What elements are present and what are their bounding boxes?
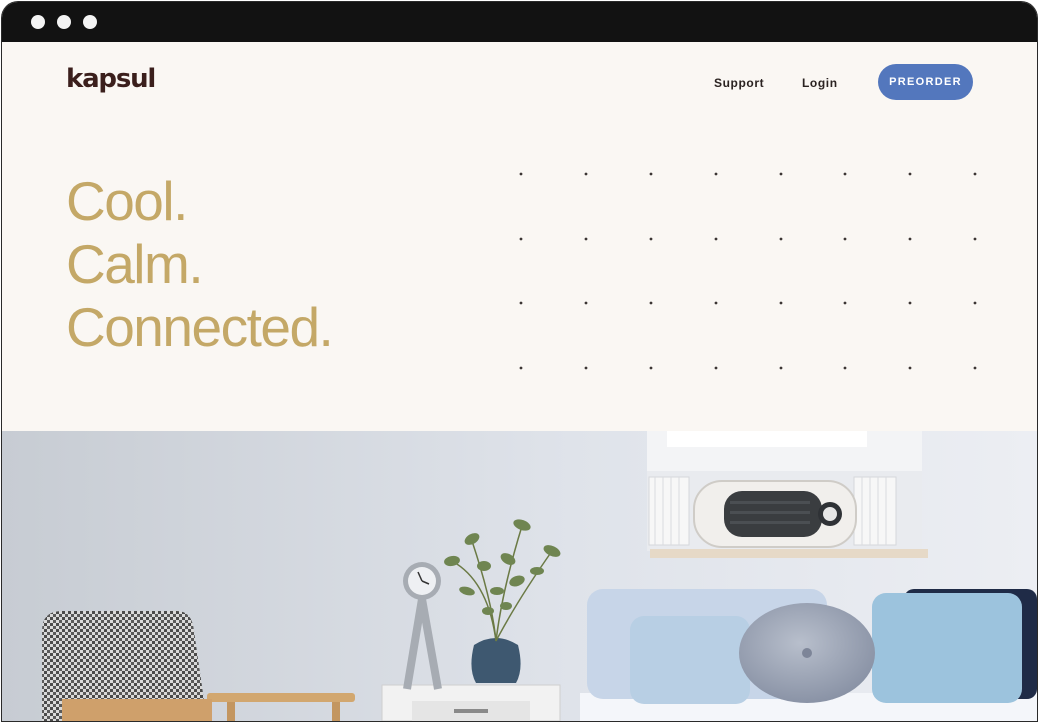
grid-dot bbox=[908, 366, 912, 370]
grid-dot bbox=[973, 301, 977, 305]
grid-dot bbox=[973, 366, 977, 370]
window-maximize-dot[interactable] bbox=[83, 15, 97, 29]
grid-dot bbox=[714, 172, 718, 176]
grid-dot bbox=[843, 172, 847, 176]
grid-dot bbox=[584, 237, 588, 241]
grid-dot bbox=[973, 172, 977, 176]
grid-dot bbox=[519, 301, 523, 305]
grid-dot bbox=[519, 172, 523, 176]
browser-window: kapsul Support Login PREORDER Cool. Calm… bbox=[2, 2, 1037, 721]
grid-dot bbox=[714, 237, 718, 241]
grid-dot bbox=[908, 237, 912, 241]
grid-dot bbox=[714, 366, 718, 370]
grid-dot bbox=[519, 366, 523, 370]
grid-dot bbox=[584, 172, 588, 176]
grid-dot bbox=[843, 366, 847, 370]
grid-dot bbox=[649, 301, 653, 305]
grid-dot bbox=[519, 237, 523, 241]
grid-dot bbox=[779, 237, 783, 241]
grid-dot bbox=[779, 172, 783, 176]
grid-dot bbox=[649, 237, 653, 241]
window-minimize-dot[interactable] bbox=[57, 15, 71, 29]
grid-dot bbox=[779, 301, 783, 305]
grid-dot bbox=[843, 301, 847, 305]
grid-dot bbox=[584, 366, 588, 370]
landing-page: kapsul Support Login PREORDER Cool. Calm… bbox=[2, 42, 1037, 721]
grid-dot bbox=[714, 301, 718, 305]
grid-dot bbox=[649, 366, 653, 370]
decorative-dot-grid bbox=[519, 172, 977, 370]
window-titlebar bbox=[2, 2, 1037, 42]
grid-dot bbox=[843, 237, 847, 241]
grid-dot bbox=[908, 172, 912, 176]
bedroom-hero-image bbox=[2, 431, 1037, 721]
grid-dot bbox=[649, 172, 653, 176]
grid-dot bbox=[973, 237, 977, 241]
grid-dot bbox=[779, 366, 783, 370]
grid-dot bbox=[584, 301, 588, 305]
grid-dot bbox=[908, 301, 912, 305]
window-close-dot[interactable] bbox=[31, 15, 45, 29]
